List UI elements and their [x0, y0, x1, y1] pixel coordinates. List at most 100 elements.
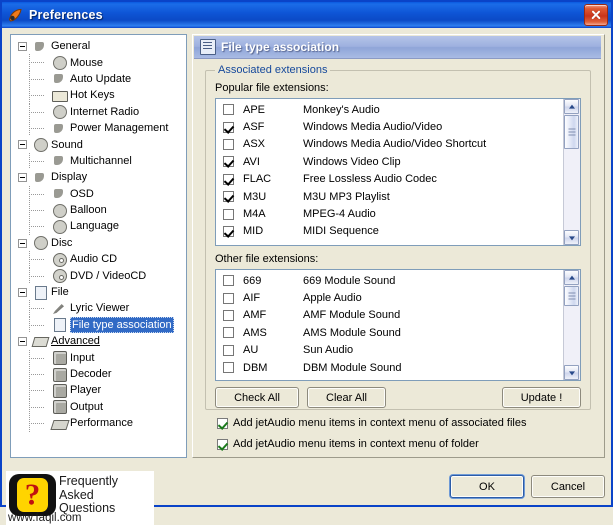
- scroll-down-icon[interactable]: [564, 365, 579, 380]
- table-row[interactable]: APEMonkey's Audio: [216, 101, 564, 118]
- faq-url: www.faqil.com: [8, 512, 82, 524]
- other-extension-checkbox[interactable]: [223, 345, 234, 356]
- table-row[interactable]: MIDMIDI Sequence: [216, 223, 564, 240]
- scroll-up-icon[interactable]: [564, 99, 579, 114]
- sidebar-item-label: Disc: [51, 235, 72, 251]
- extension-name: AIF: [243, 292, 303, 304]
- extension-description: MIDI Sequence: [303, 225, 379, 237]
- sidebar-item-disc[interactable]: Disc: [11, 235, 186, 251]
- extension-name: FLAC: [243, 173, 303, 185]
- scrollbar-thumb[interactable]: [564, 115, 579, 149]
- preferences-dialog: Preferences GeneralMouseAuto UpdateHot K…: [0, 0, 613, 507]
- tree-collapse-toggle[interactable]: [18, 42, 27, 51]
- extension-description: Windows Video Clip: [303, 156, 401, 168]
- table-row[interactable]: AUSun Audio: [216, 342, 564, 359]
- extension-name: MID: [243, 225, 303, 237]
- faq-logo-icon: ?: [9, 474, 56, 516]
- extension-description: Sun Audio: [303, 344, 353, 356]
- check-all-button[interactable]: Check All: [215, 387, 299, 408]
- table-row[interactable]: AMFAMF Module Sound: [216, 307, 564, 324]
- popular-extension-checkbox[interactable]: [223, 226, 234, 237]
- tree-collapse-toggle[interactable]: [18, 173, 27, 182]
- sidebar-item-advanced[interactable]: Advanced: [11, 333, 186, 349]
- sidebar-item-label: DVD / VideoCD: [70, 268, 146, 284]
- scroll-up-icon[interactable]: [564, 270, 579, 285]
- table-row[interactable]: AMSAMS Module Sound: [216, 324, 564, 341]
- sidebar-item-general[interactable]: General: [11, 38, 186, 54]
- table-row[interactable]: M3UM3U MP3 Playlist: [216, 188, 564, 205]
- other-scrollbar[interactable]: [563, 270, 580, 380]
- power-management-icon: [51, 121, 67, 136]
- tree-collapse-toggle[interactable]: [18, 337, 27, 346]
- table-row[interactable]: 669669 Module Sound: [216, 272, 564, 289]
- popular-extension-checkbox[interactable]: [223, 156, 234, 167]
- tree-collapse-toggle[interactable]: [18, 288, 27, 297]
- other-extension-checkbox[interactable]: [223, 275, 234, 286]
- input-icon: [51, 350, 67, 365]
- other-extension-checkbox[interactable]: [223, 362, 234, 373]
- sidebar-item-display[interactable]: Display: [11, 169, 186, 185]
- faq-watermark: ? Frequently Asked Questions www.faqil.c…: [6, 471, 154, 525]
- context-menu-files-row[interactable]: Add jetAudio menu items in context menu …: [217, 417, 527, 429]
- extension-description: M3U MP3 Playlist: [303, 191, 390, 203]
- tree-collapse-toggle[interactable]: [18, 140, 27, 149]
- scroll-down-icon[interactable]: [564, 230, 579, 245]
- extension-description: 669 Module Sound: [303, 275, 395, 287]
- table-row[interactable]: DBMDBM Module Sound: [216, 359, 564, 376]
- extension-name: AMF: [243, 309, 303, 321]
- tree-collapse-toggle[interactable]: [18, 239, 27, 248]
- table-row[interactable]: AIFApple Audio: [216, 289, 564, 306]
- context-menu-folder-row[interactable]: Add jetAudio menu items in context menu …: [217, 438, 479, 450]
- sidebar-item-file[interactable]: File: [11, 284, 186, 300]
- popular-extension-checkbox[interactable]: [223, 104, 234, 115]
- other-extension-checkbox[interactable]: [223, 293, 234, 304]
- sidebar-item-label: Decoder: [70, 366, 112, 382]
- other-extension-checkbox[interactable]: [223, 310, 234, 321]
- table-row[interactable]: ASXWindows Media Audio/Video Shortcut: [216, 136, 564, 153]
- popular-extension-checkbox[interactable]: [223, 139, 234, 150]
- audio-cd-icon: [51, 252, 67, 267]
- sidebar-item-label: Lyric Viewer: [70, 300, 129, 316]
- context-menu-folder-checkbox[interactable]: [217, 439, 228, 450]
- sidebar-item-label: Advanced: [51, 333, 100, 349]
- popular-extension-checkbox[interactable]: [223, 209, 234, 220]
- popular-extensions-listbox[interactable]: APEMonkey's AudioASFWindows Media Audio/…: [215, 98, 581, 246]
- extension-name: M3U: [243, 191, 303, 203]
- multichannel-icon: [51, 153, 67, 168]
- context-menu-files-checkbox[interactable]: [217, 418, 228, 429]
- extension-description: Free Lossless Audio Codec: [303, 173, 437, 185]
- other-extensions-label: Other file extensions:: [215, 253, 318, 265]
- ok-button[interactable]: OK: [450, 475, 524, 498]
- settings-tree[interactable]: GeneralMouseAuto UpdateHot KeysInternet …: [10, 34, 187, 458]
- other-extensions-listbox[interactable]: 669669 Module SoundAIFApple AudioAMFAMF …: [215, 269, 581, 381]
- extension-description: Windows Media Audio/Video Shortcut: [303, 138, 486, 150]
- window-titlebar: Preferences: [2, 2, 611, 28]
- file-icon: [32, 285, 48, 300]
- table-row[interactable]: FLACFree Lossless Audio Codec: [216, 171, 564, 188]
- popular-extension-checkbox[interactable]: [223, 174, 234, 185]
- popular-extensions-label: Popular file extensions:: [215, 82, 329, 94]
- scrollbar-thumb[interactable]: [564, 286, 579, 306]
- display-icon: [32, 170, 48, 185]
- table-row[interactable]: M4AMPEG-4 Audio: [216, 205, 564, 222]
- clear-all-button[interactable]: Clear All: [307, 387, 386, 408]
- cancel-button[interactable]: Cancel: [531, 475, 605, 498]
- sidebar-item-label: Hot Keys: [70, 87, 115, 103]
- update-button[interactable]: Update !: [502, 387, 581, 408]
- popular-extension-checkbox[interactable]: [223, 122, 234, 133]
- sidebar-item-label: Auto Update: [70, 71, 131, 87]
- extension-description: Windows Media Audio/Video: [303, 121, 442, 133]
- extension-name: AMS: [243, 327, 303, 339]
- advanced-icon: [32, 334, 48, 349]
- other-extension-checkbox[interactable]: [223, 327, 234, 338]
- table-row[interactable]: ASFWindows Media Audio/Video: [216, 118, 564, 135]
- sidebar-item-label: General: [51, 38, 90, 54]
- table-row[interactable]: AVIWindows Video Clip: [216, 153, 564, 170]
- popular-scrollbar[interactable]: [563, 99, 580, 245]
- mouse-icon: [51, 55, 67, 70]
- player-icon: [51, 383, 67, 398]
- sidebar-item-sound[interactable]: Sound: [11, 136, 186, 152]
- language-icon: [51, 219, 67, 234]
- close-icon[interactable]: [584, 4, 608, 26]
- popular-extension-checkbox[interactable]: [223, 191, 234, 202]
